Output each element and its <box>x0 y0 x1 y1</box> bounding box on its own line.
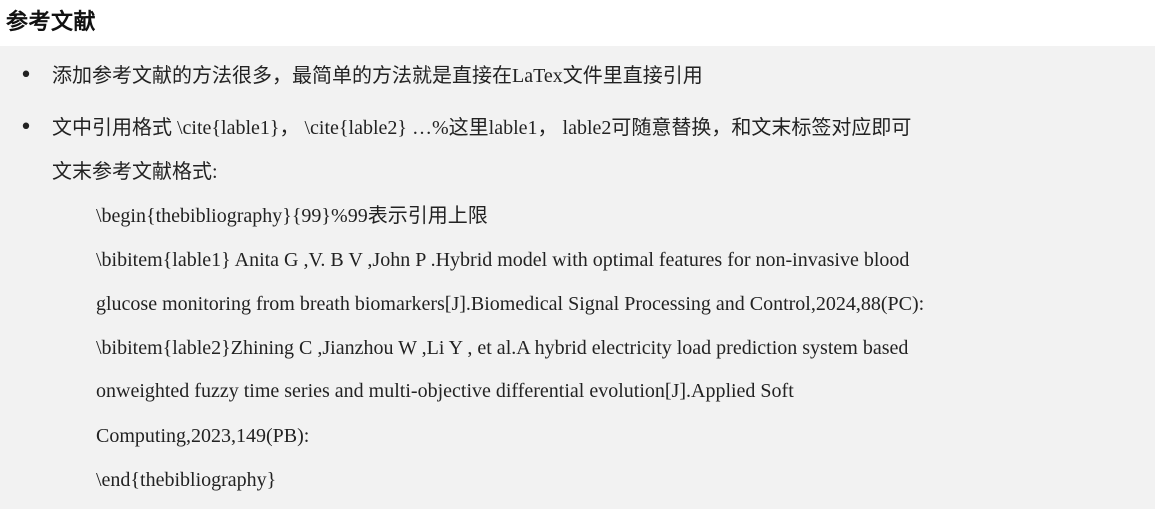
bullet-text: 添加参考文献的方法很多，最简单的方法就是直接在LaTex文件里直接引用 <box>52 65 703 87</box>
bullet-text: 文中引用格式 \cite{lable1}， \cite{lable2} …%这里… <box>52 117 912 139</box>
page-title: 参考文献 <box>6 10 97 35</box>
code-line: \begin{thebibliography}{99}%99表示引用上限 <box>96 205 488 227</box>
bullet-continuation: 文末参考文献格式: <box>52 161 218 183</box>
list-item: • 添加参考文献的方法很多，最简单的方法就是直接在LaTex文件里直接引用 <box>0 62 703 90</box>
code-line: \bibitem{lable2}Zhining C ,Jianzhou W ,L… <box>96 337 909 359</box>
list-item: • 文中引用格式 \cite{lable1}， \cite{lable2} …%… <box>0 114 912 142</box>
slide: 参考文献 • 添加参考文献的方法很多，最简单的方法就是直接在LaTex文件里直接… <box>0 0 1155 509</box>
bullet-icon: • <box>19 63 33 88</box>
bullet-icon: • <box>19 115 33 140</box>
code-line: Computing,2023,149(PB): <box>96 425 310 447</box>
code-line: \bibitem{lable1} Anita G ,V. B V ,John P… <box>96 249 910 271</box>
code-line: glucose monitoring from breath biomarker… <box>96 293 925 315</box>
code-line: \end{thebibliography} <box>96 469 277 491</box>
content-panel: • 添加参考文献的方法很多，最简单的方法就是直接在LaTex文件里直接引用 • … <box>0 46 1155 509</box>
code-line: onweighted fuzzy time series and multi-o… <box>96 380 794 402</box>
